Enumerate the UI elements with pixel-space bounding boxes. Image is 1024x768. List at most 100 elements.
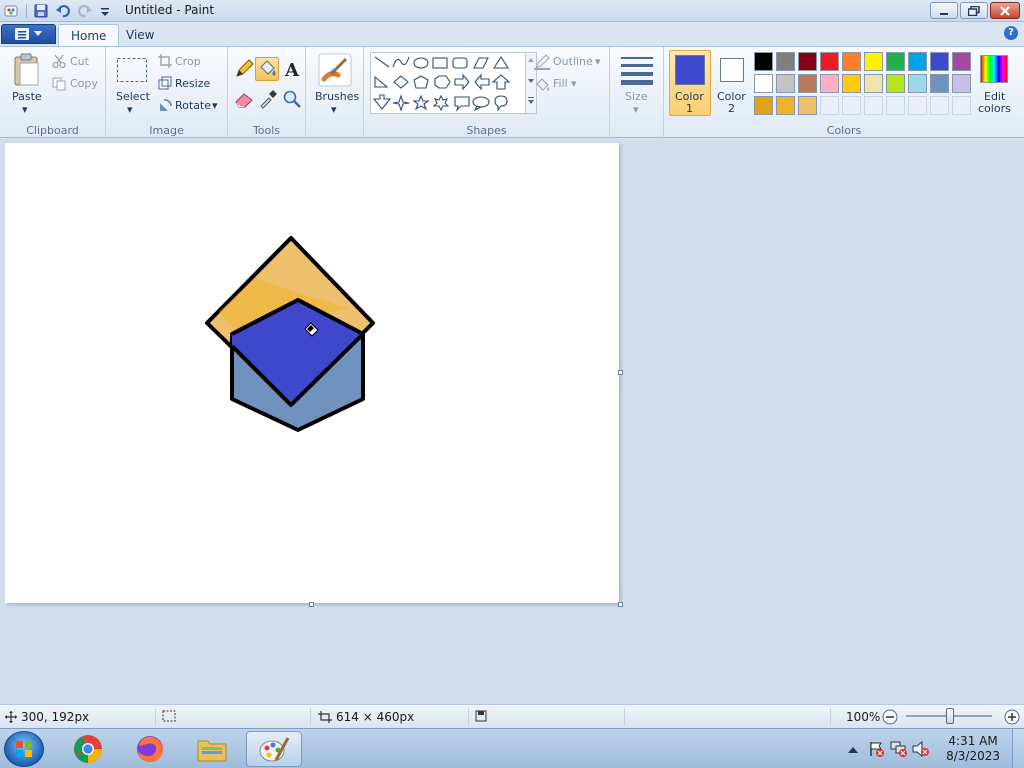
show-hidden-icons-button[interactable] xyxy=(848,744,858,757)
restore-button[interactable] xyxy=(960,2,988,19)
magnifier-icon[interactable] xyxy=(282,89,302,112)
outline-dropdown-chevron[interactable]: ▾ xyxy=(595,55,601,68)
palette-swatch[interactable] xyxy=(930,96,949,115)
resize-button[interactable]: Resize xyxy=(175,77,210,90)
rotate-dropdown-chevron[interactable]: ▾ xyxy=(212,99,218,112)
copy-icon[interactable] xyxy=(52,77,66,94)
palette-swatch[interactable] xyxy=(864,96,883,115)
palette-swatch[interactable] xyxy=(930,74,949,93)
color-picker-icon[interactable] xyxy=(258,89,278,112)
paint-app-icon[interactable] xyxy=(4,3,20,19)
palette-swatch[interactable] xyxy=(930,52,949,71)
palette-swatch[interactable] xyxy=(754,74,773,93)
palette-swatch[interactable] xyxy=(776,52,795,71)
tab-home[interactable]: Home xyxy=(58,24,120,46)
palette-swatch[interactable] xyxy=(886,52,905,71)
palette-swatch[interactable] xyxy=(908,96,927,115)
text-icon[interactable]: A xyxy=(282,59,302,82)
cut-button[interactable]: Cut xyxy=(70,55,89,68)
color2-label-line2[interactable]: 2 xyxy=(728,102,735,115)
help-icon[interactable]: ? xyxy=(1004,26,1018,40)
zoom-slider-thumb[interactable] xyxy=(946,708,954,724)
palette-swatch[interactable] xyxy=(798,74,817,93)
paste-dropdown-chevron[interactable]: ▾ xyxy=(22,103,28,116)
select-dropdown-chevron[interactable]: ▾ xyxy=(127,103,133,116)
palette-swatch[interactable] xyxy=(754,96,773,115)
resize-handle-right[interactable] xyxy=(618,370,623,375)
taskbar-firefox[interactable] xyxy=(122,731,178,767)
palette-swatch[interactable] xyxy=(864,52,883,71)
zoom-in-button[interactable] xyxy=(1004,709,1020,725)
undo-icon[interactable] xyxy=(55,3,71,19)
network-icon[interactable] xyxy=(890,741,908,760)
fill-with-color-icon[interactable] xyxy=(255,57,279,81)
minimize-button[interactable] xyxy=(930,2,958,19)
rotate-icon[interactable] xyxy=(158,98,172,115)
resize-handle-bottom[interactable] xyxy=(309,602,314,607)
palette-swatch[interactable] xyxy=(776,96,795,115)
palette-swatch[interactable] xyxy=(820,96,839,115)
customize-toolbar-icon[interactable] xyxy=(99,3,115,19)
palette-swatch[interactable] xyxy=(908,74,927,93)
palette-swatch[interactable] xyxy=(798,96,817,115)
palette-swatch[interactable] xyxy=(820,52,839,71)
palette-swatch[interactable] xyxy=(952,74,971,93)
rotate-button[interactable]: Rotate xyxy=(175,99,211,112)
select-button[interactable]: Select xyxy=(116,90,150,103)
resize-handle-corner[interactable] xyxy=(618,602,623,607)
crop-icon[interactable] xyxy=(158,54,172,71)
crop-button[interactable]: Crop xyxy=(175,55,201,68)
size-icon[interactable] xyxy=(620,55,654,88)
fill-dropdown-chevron[interactable]: ▾ xyxy=(571,77,577,90)
outline-icon[interactable] xyxy=(534,54,550,73)
paste-button[interactable] xyxy=(12,53,42,92)
show-desktop-button[interactable] xyxy=(1012,729,1024,768)
brushes-icon[interactable] xyxy=(318,53,352,90)
brushes-dropdown-chevron[interactable]: ▾ xyxy=(331,103,337,116)
fill-button[interactable]: Fill xyxy=(553,77,568,90)
redo-icon[interactable] xyxy=(77,3,93,19)
palette-swatch[interactable] xyxy=(776,74,795,93)
color2-swatch[interactable] xyxy=(720,58,744,82)
cut-icon[interactable] xyxy=(52,54,66,71)
palette-swatch[interactable] xyxy=(864,74,883,93)
shapes-gallery[interactable] xyxy=(370,52,526,114)
tab-view[interactable]: View xyxy=(114,24,166,46)
palette-swatch[interactable] xyxy=(842,52,861,71)
edit-colors-icon[interactable] xyxy=(980,55,1008,83)
edit-colors-line2[interactable]: colors xyxy=(978,102,1011,115)
eraser-icon[interactable] xyxy=(234,89,254,112)
palette-swatch[interactable] xyxy=(798,52,817,71)
palette-swatch[interactable] xyxy=(952,96,971,115)
save-icon[interactable] xyxy=(33,3,49,19)
paste-label[interactable]: Paste xyxy=(12,90,42,103)
fill-icon[interactable] xyxy=(534,76,550,95)
clock[interactable]: 4:31 AM 8/3/2023 xyxy=(946,734,1000,764)
size-button[interactable]: Size xyxy=(625,90,648,103)
resize-icon[interactable] xyxy=(158,76,172,93)
volume-muted-icon[interactable] xyxy=(912,740,930,760)
close-button[interactable] xyxy=(990,2,1020,19)
palette-swatch[interactable] xyxy=(886,96,905,115)
zoom-out-button[interactable] xyxy=(882,709,898,725)
palette-swatch[interactable] xyxy=(820,74,839,93)
taskbar-explorer[interactable] xyxy=(184,731,240,767)
palette-swatch[interactable] xyxy=(952,52,971,71)
pencil-icon[interactable] xyxy=(234,59,254,82)
taskbar-chrome[interactable] xyxy=(60,731,116,767)
palette-swatch[interactable] xyxy=(842,96,861,115)
palette-swatch[interactable] xyxy=(754,52,773,71)
size-dropdown-chevron[interactable]: ▾ xyxy=(633,103,639,116)
action-center-icon[interactable] xyxy=(868,741,884,760)
paint-menu-button[interactable] xyxy=(1,24,56,44)
select-icon[interactable] xyxy=(116,57,148,86)
outline-button[interactable]: Outline xyxy=(553,55,593,68)
copy-button[interactable]: Copy xyxy=(70,77,98,90)
brushes-button[interactable]: Brushes xyxy=(315,90,359,103)
taskbar-paint[interactable] xyxy=(246,731,302,767)
palette-swatch[interactable] xyxy=(842,74,861,93)
palette-swatch[interactable] xyxy=(908,52,927,71)
drawing-canvas[interactable] xyxy=(5,143,619,603)
start-button[interactable] xyxy=(4,731,44,767)
palette-swatch[interactable] xyxy=(886,74,905,93)
